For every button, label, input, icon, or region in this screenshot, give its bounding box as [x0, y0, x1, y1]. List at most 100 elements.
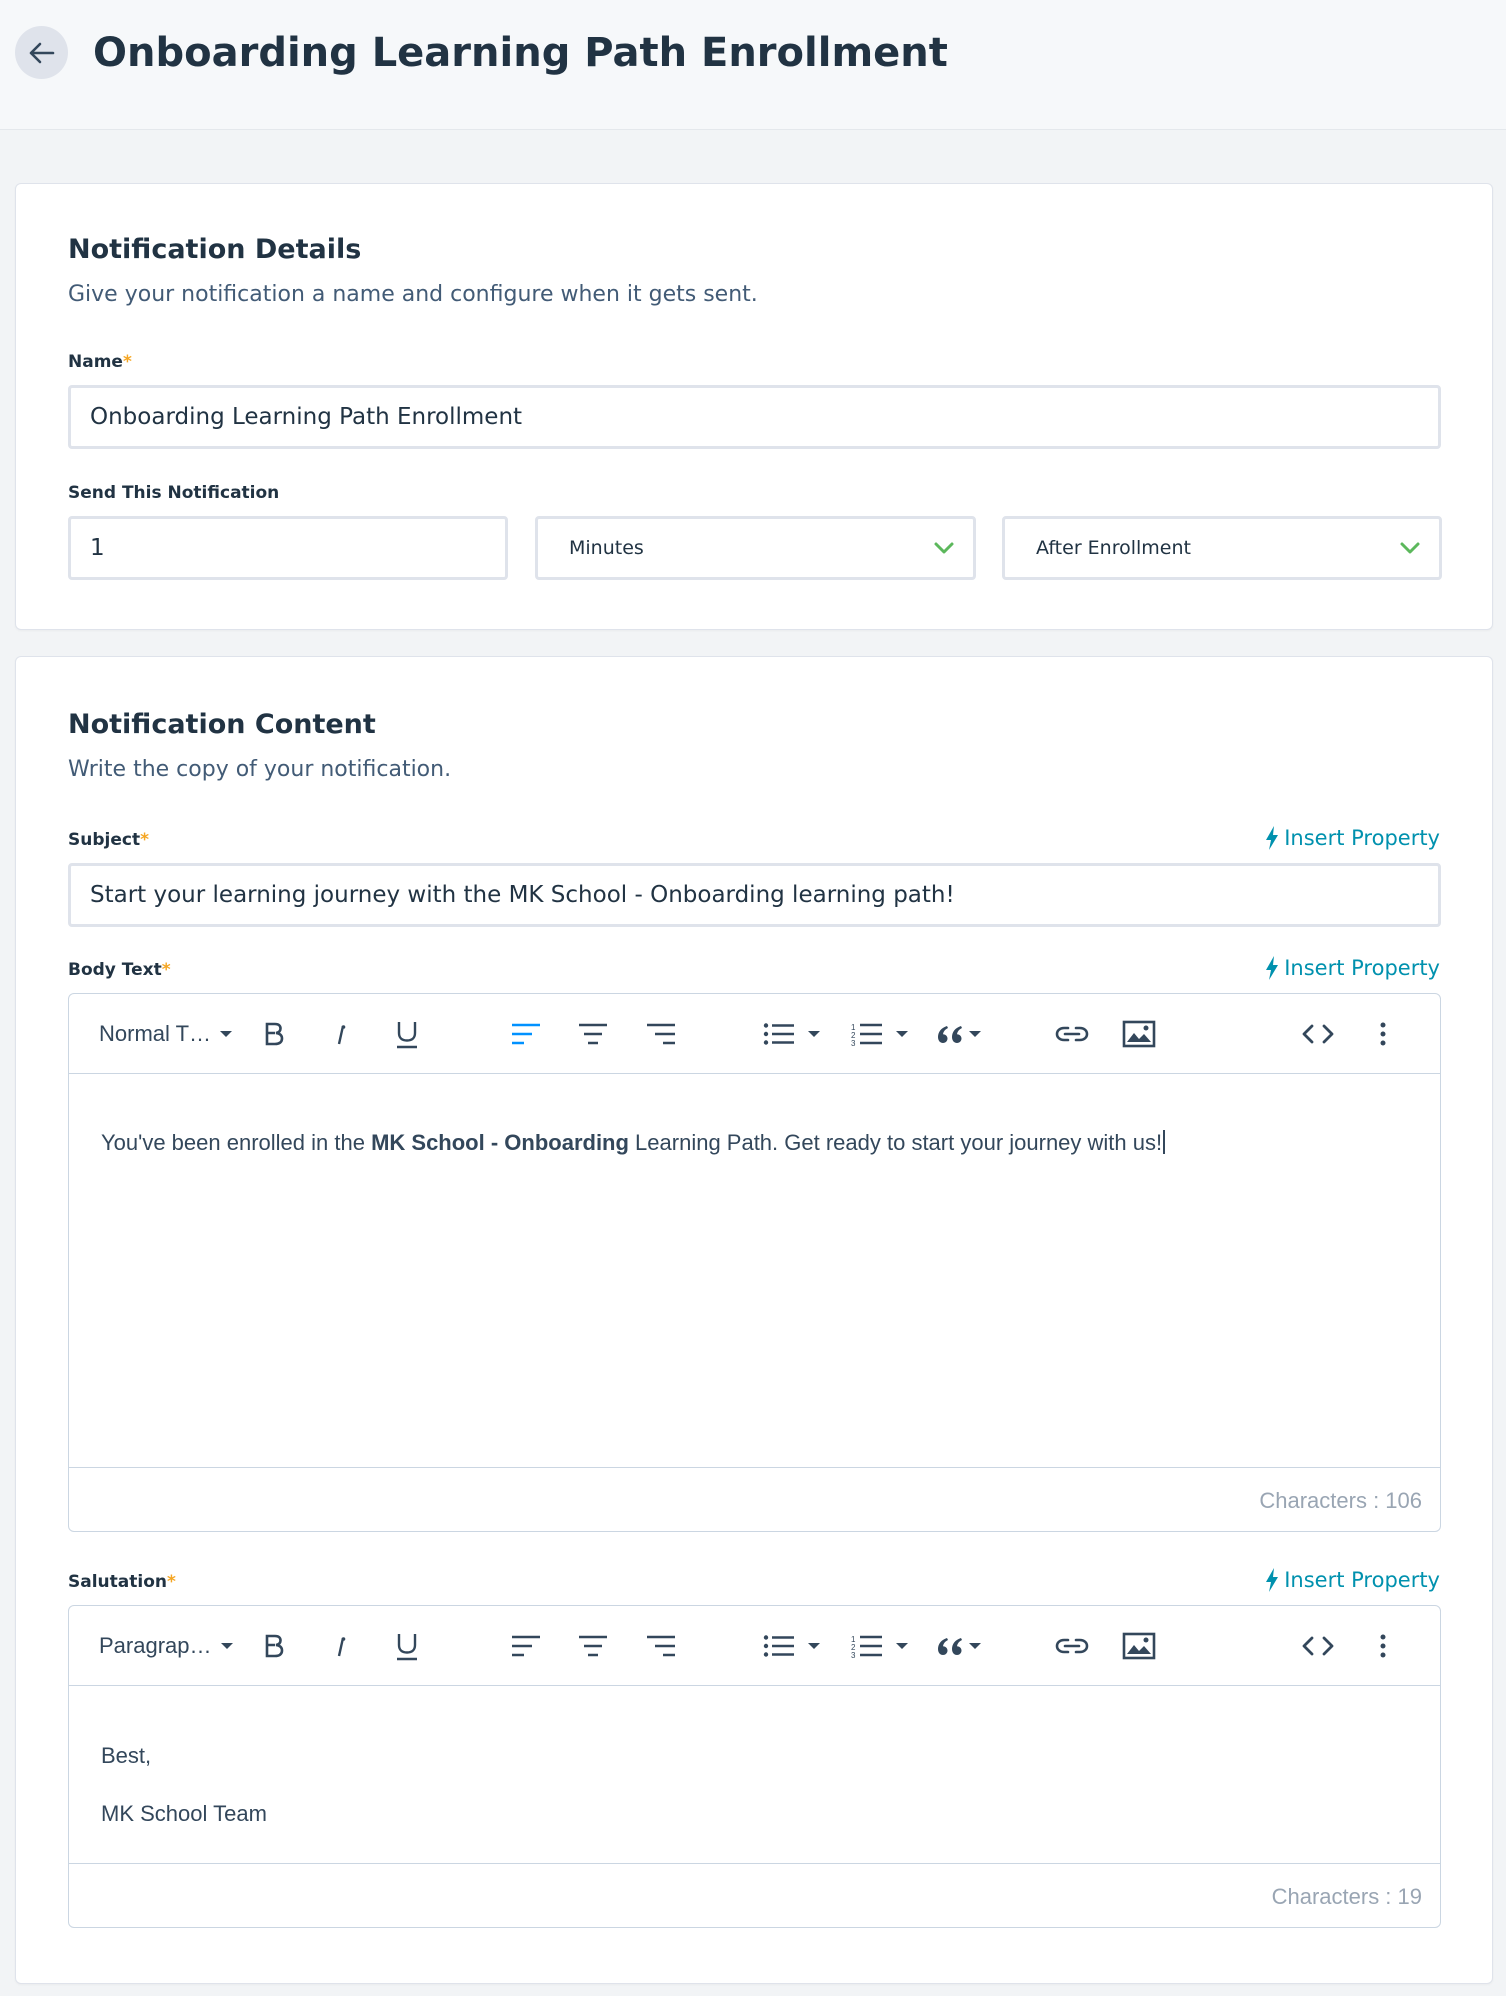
svg-text:3: 3	[851, 1651, 856, 1658]
align-left-button[interactable]	[506, 1606, 546, 1686]
body-text-editor: Normal T… 123 You've been enrolled in th…	[68, 993, 1441, 1532]
caret-down-icon	[969, 1643, 981, 1649]
text-style-dropdown[interactable]: Paragrap…	[99, 1606, 239, 1686]
underline-icon	[397, 1022, 417, 1049]
salutation-insert-property-link[interactable]: Insert Property	[1265, 1568, 1440, 1592]
page-title: Onboarding Learning Path Enrollment	[93, 30, 948, 76]
salutation-editor: Paragrap… 123 Best, MK School Team Chara…	[68, 1605, 1441, 1928]
arrow-left-icon	[29, 42, 54, 63]
source-code-button[interactable]	[1290, 1606, 1346, 1686]
content-section-title: Notification Content	[68, 709, 376, 740]
send-trigger-select[interactable]: After Enrollment	[1002, 516, 1442, 580]
code-icon	[1302, 1024, 1334, 1044]
svg-text:3: 3	[851, 1039, 856, 1046]
subject-input[interactable]: Start your learning journey with the MK …	[68, 863, 1441, 927]
text-style-dropdown[interactable]: Normal T…	[99, 994, 239, 1074]
more-options-button[interactable]	[1363, 1606, 1403, 1686]
align-left-button[interactable]	[506, 994, 546, 1074]
numbered-list-button[interactable]: 123	[845, 994, 915, 1074]
caret-down-icon	[808, 1643, 820, 1649]
content-section-subtitle: Write the copy of your notification.	[68, 757, 452, 782]
send-unit-value: Minutes	[569, 537, 644, 559]
link-icon	[1055, 1638, 1089, 1654]
source-code-button[interactable]	[1290, 994, 1346, 1074]
more-options-button[interactable]	[1363, 994, 1403, 1074]
image-icon	[1122, 1020, 1156, 1048]
italic-icon	[337, 1025, 346, 1045]
italic-icon	[337, 1637, 346, 1657]
align-center-button[interactable]	[573, 994, 613, 1074]
subject-label: Subject*	[68, 830, 149, 850]
underline-button[interactable]	[387, 994, 427, 1074]
back-button[interactable]	[15, 26, 68, 79]
align-center-button[interactable]	[573, 1606, 613, 1686]
body-character-count: Characters : 106	[1259, 1487, 1422, 1513]
body-editor-footer: Characters : 106	[69, 1467, 1440, 1531]
align-right-button[interactable]	[641, 1606, 681, 1686]
insert-image-button[interactable]	[1111, 1606, 1167, 1686]
send-unit-select[interactable]: Minutes	[535, 516, 976, 580]
salutation-character-count: Characters : 19	[1271, 1883, 1422, 1909]
more-vertical-icon	[1380, 1022, 1386, 1046]
numbered-list-icon: 123	[851, 1023, 882, 1046]
bold-button[interactable]	[254, 994, 294, 1074]
link-button[interactable]	[1044, 1606, 1100, 1686]
chevron-down-icon	[1400, 542, 1420, 554]
quote-icon	[938, 1638, 962, 1655]
top-bar: Onboarding Learning Path Enrollment	[0, 0, 1506, 130]
caret-down-icon	[969, 1031, 981, 1037]
bold-button[interactable]	[254, 1606, 294, 1686]
link-button[interactable]	[1044, 994, 1100, 1074]
bulleted-list-icon	[763, 1635, 794, 1657]
align-left-icon	[512, 1635, 540, 1657]
lightning-icon	[1266, 956, 1279, 980]
details-section-title: Notification Details	[68, 234, 362, 265]
caret-down-icon	[808, 1031, 820, 1037]
italic-button[interactable]	[321, 1606, 361, 1686]
lightning-icon	[1266, 826, 1279, 850]
code-icon	[1302, 1636, 1334, 1656]
bulleted-list-button[interactable]	[757, 1606, 827, 1686]
send-trigger-value: After Enrollment	[1036, 537, 1191, 559]
name-label: Name*	[68, 352, 132, 372]
name-input[interactable]: Onboarding Learning Path Enrollment	[68, 385, 1441, 449]
salutation-line-2: MK School Team	[101, 1801, 267, 1826]
body-text-content[interactable]: You've been enrolled in the MK School - …	[69, 1074, 1440, 1467]
lightning-icon	[1266, 1568, 1279, 1592]
italic-button[interactable]	[321, 994, 361, 1074]
align-right-button[interactable]	[641, 994, 681, 1074]
bulleted-list-button[interactable]	[757, 994, 827, 1074]
send-notification-label: Send This Notification	[68, 483, 280, 503]
align-right-icon	[647, 1635, 675, 1657]
body-editor-toolbar: Normal T… 123	[69, 994, 1440, 1074]
blockquote-button[interactable]	[931, 994, 987, 1074]
bold-icon	[265, 1634, 284, 1658]
send-amount-input[interactable]: 1	[68, 516, 508, 580]
bulleted-list-icon	[763, 1023, 794, 1045]
salutation-editor-toolbar: Paragrap… 123	[69, 1606, 1440, 1686]
numbered-list-icon: 123	[851, 1635, 882, 1658]
body-text-label: Body Text*	[68, 960, 171, 980]
align-left-icon	[512, 1023, 540, 1045]
underline-button[interactable]	[387, 1606, 427, 1686]
link-icon	[1055, 1026, 1089, 1042]
salutation-content[interactable]: Best, MK School Team	[69, 1686, 1440, 1863]
notification-content-card: Notification Content Write the copy of y…	[15, 656, 1493, 1984]
quote-icon	[938, 1026, 962, 1043]
salutation-label: Salutation*	[68, 1572, 176, 1592]
blockquote-button[interactable]	[931, 1606, 987, 1686]
align-center-icon	[579, 1023, 607, 1045]
body-paragraph: You've been enrolled in the MK School - …	[101, 1130, 1166, 1156]
subject-insert-property-link[interactable]: Insert Property	[1265, 826, 1440, 850]
chevron-down-icon	[934, 542, 954, 554]
align-center-icon	[579, 1635, 607, 1657]
numbered-list-button[interactable]: 123	[845, 1606, 915, 1686]
image-icon	[1122, 1632, 1156, 1660]
caret-down-icon	[220, 1643, 233, 1649]
bold-icon	[265, 1022, 284, 1046]
insert-image-button[interactable]	[1111, 994, 1167, 1074]
underline-icon	[397, 1634, 417, 1661]
notification-details-card: Notification Details Give your notificat…	[15, 183, 1493, 630]
details-section-subtitle: Give your notification a name and config…	[68, 282, 758, 307]
body-insert-property-link[interactable]: Insert Property	[1265, 956, 1440, 980]
